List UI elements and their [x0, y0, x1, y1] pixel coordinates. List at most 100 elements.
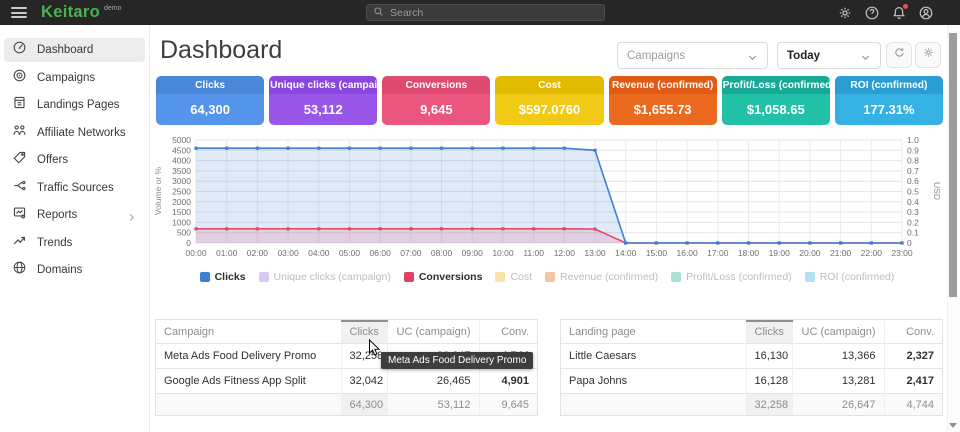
legend-swatch [545, 272, 555, 282]
sidebar-item-campaigns[interactable]: Campaigns [4, 66, 145, 90]
account-icon[interactable] [918, 5, 934, 21]
gear-icon [922, 46, 935, 64]
sidebar: Dashboard Campaigns Landings Pages Affiliat… [0, 25, 150, 432]
legend-swatch [404, 272, 414, 282]
metric-card-profit-loss-confirmed: Profit/Loss (confirmed)$1,058.65 [722, 76, 830, 125]
legend-item-profit-loss-confirmed[interactable]: Profit/Loss (confirmed) [671, 271, 792, 283]
metric-cards-row: Clicks64,300Unique clicks (campaign)53,1… [156, 76, 943, 125]
chevron-right-icon [126, 210, 137, 221]
svg-text:14:00: 14:00 [615, 248, 637, 258]
column-header-landing-page[interactable]: Landing page [561, 321, 746, 344]
dashboard-settings-button[interactable] [915, 42, 941, 68]
svg-text:0.1: 0.1 [907, 228, 919, 238]
column-header-conv[interactable]: Conv. [884, 321, 942, 344]
svg-text:0.4: 0.4 [907, 197, 919, 207]
sidebar-item-affiliate-networks[interactable]: Affiliate Networks [4, 121, 145, 145]
refresh-icon [893, 46, 906, 64]
row-value-cell: 16,130 [746, 344, 792, 369]
column-header-conv[interactable]: Conv. [479, 321, 537, 344]
metric-card-conversions: Conversions9,645 [382, 76, 490, 125]
scrollbar-thumb[interactable] [949, 33, 957, 297]
svg-text:20:00: 20:00 [799, 248, 821, 258]
sidebar-item-traffic-sources[interactable]: Traffic Sources [4, 176, 145, 200]
row-value-cell: 13,281 [792, 369, 884, 394]
sidebar-item-dashboard[interactable]: Dashboard [4, 38, 145, 62]
sidebar-item-label: Landings Pages [37, 99, 137, 111]
metric-card-unique-clicks-campaign: Unique clicks (campaign)53,112 [269, 76, 377, 125]
svg-text:18:00: 18:00 [738, 248, 760, 258]
legend-item-roi-confirmed[interactable]: ROI (confirmed) [805, 271, 895, 283]
svg-text:0.7: 0.7 [907, 166, 919, 176]
chart-legend: Clicks Unique clicks (campaign) Conversion… [152, 271, 942, 283]
legend-item-unique-clicks-campaign[interactable]: Unique clicks (campaign) [259, 271, 391, 283]
row-name-cell[interactable]: Papa Johns [561, 369, 746, 394]
sidebar-item-landings-pages[interactable]: Landings Pages [4, 93, 145, 117]
traffic-icon [12, 178, 27, 198]
row-name-cell[interactable]: Meta Ads Food Delivery Promo [156, 344, 341, 369]
main-content: Dashboard Campaigns Today Clicks64,300Un… [150, 25, 947, 432]
column-header-clicks[interactable]: Clicks [746, 321, 792, 344]
legend-item-clicks[interactable]: Clicks [200, 271, 246, 283]
reports-icon [12, 205, 27, 225]
column-header-campaign[interactable]: Campaign [156, 321, 341, 344]
metric-card-label: Profit/Loss (confirmed) [722, 76, 830, 94]
menu-toggle-button[interactable] [11, 5, 27, 21]
metric-card-value: $597.0760 [495, 94, 603, 125]
svg-text:12:00: 12:00 [554, 248, 576, 258]
refresh-button[interactable] [886, 42, 912, 68]
sidebar-item-reports[interactable]: Reports [4, 203, 145, 227]
network-icon [12, 123, 27, 143]
sidebar-item-offers[interactable]: Offers [4, 148, 145, 172]
svg-text:0.5: 0.5 [907, 187, 919, 197]
svg-text:04:00: 04:00 [308, 248, 330, 258]
svg-text:0.3: 0.3 [907, 207, 919, 217]
bell-icon[interactable] [891, 5, 907, 21]
totals-row: 32,25826,6474,744 [561, 394, 942, 416]
row-name-cell[interactable]: Little Caesars [561, 344, 746, 369]
svg-text:15:00: 15:00 [646, 248, 668, 258]
totals-cell: 4,744 [884, 394, 942, 416]
metric-card-value: $1,655.73 [609, 94, 717, 125]
chevron-down-icon [747, 50, 758, 61]
column-header-uc-campaign[interactable]: UC (campaign) [792, 321, 884, 344]
totals-row: 64,30053,1129,645 [156, 394, 537, 416]
column-header-uc-campaign[interactable]: UC (campaign) [387, 321, 479, 344]
legend-label: Unique clicks (campaign) [274, 271, 391, 283]
help-icon[interactable] [864, 5, 880, 21]
row-value-cell: 32,042 [341, 369, 387, 394]
svg-text:0.6: 0.6 [907, 176, 919, 186]
metric-card-label: Revenue (confirmed) [609, 76, 717, 94]
sidebar-item-label: Offers [37, 154, 137, 166]
svg-text:07:00: 07:00 [400, 248, 422, 258]
sidebar-item-domains[interactable]: Domains [4, 258, 145, 282]
totals-cell [561, 394, 746, 416]
sidebar-item-label: Traffic Sources [37, 182, 137, 194]
legend-item-revenue-confirmed[interactable]: Revenue (confirmed) [545, 271, 658, 283]
date-range-select[interactable]: Today [777, 42, 881, 69]
metric-card-label: Cost [495, 76, 603, 94]
row-value-cell: 16,128 [746, 369, 792, 394]
legend-item-conversions[interactable]: Conversions [404, 271, 483, 283]
search-icon [373, 4, 384, 22]
metric-card-cost: Cost$597.0760 [495, 76, 603, 125]
svg-text:02:00: 02:00 [247, 248, 269, 258]
svg-text:2000: 2000 [172, 197, 191, 207]
sidebar-item-trends[interactable]: Trends [4, 231, 145, 255]
totals-cell: 26,647 [792, 394, 884, 416]
brand-logo[interactable]: Keitaro [41, 3, 100, 22]
metric-card-label: Clicks [156, 76, 264, 94]
svg-text:17:00: 17:00 [707, 248, 729, 258]
legend-item-cost[interactable]: Cost [495, 271, 532, 283]
row-name-cell[interactable]: Google Ads Fitness App Split [156, 369, 341, 394]
svg-text:13:00: 13:00 [584, 248, 606, 258]
svg-text:11:00: 11:00 [523, 248, 544, 258]
campaigns-filter-select[interactable]: Campaigns [617, 42, 768, 69]
scrollbar-down-arrow[interactable] [949, 423, 957, 428]
row-value-cell: 4,901 [479, 369, 537, 394]
search-input[interactable] [390, 7, 598, 19]
sidebar-item-label: Reports [37, 209, 126, 221]
search-bar[interactable] [366, 4, 605, 21]
sidebar-item-label: Domains [37, 264, 137, 276]
settings-icon[interactable] [837, 5, 853, 21]
pages-icon [12, 95, 27, 115]
